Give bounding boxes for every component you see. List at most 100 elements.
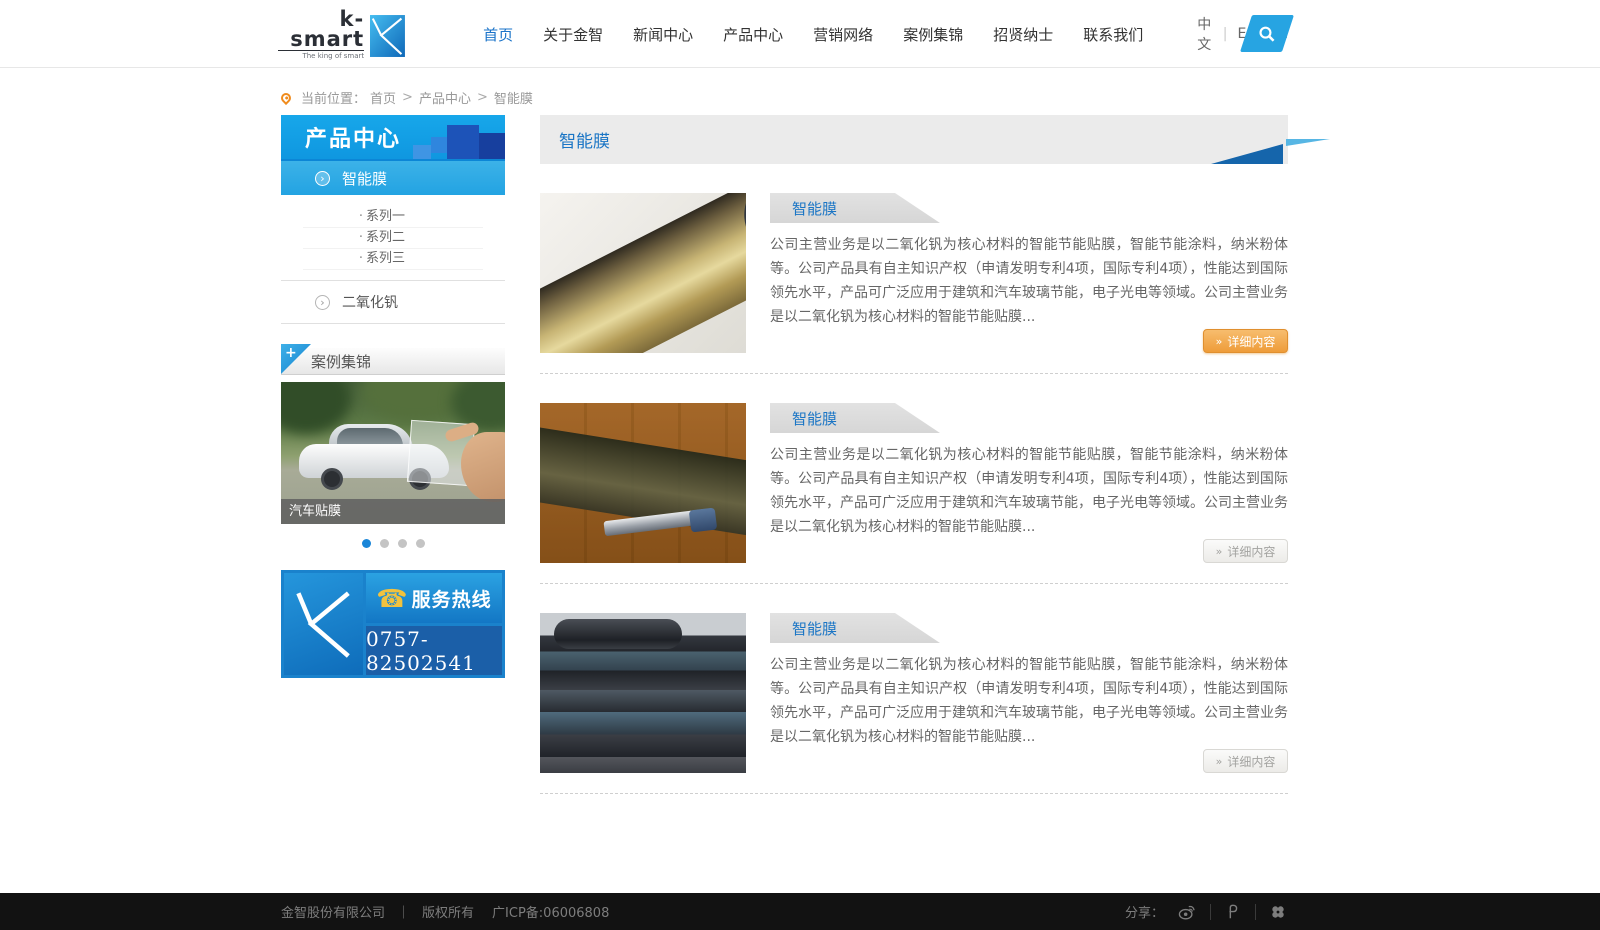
weibo-icon[interactable] (1178, 904, 1196, 920)
carousel-dot-1[interactable] (362, 539, 371, 548)
double-chevron-icon: » (1216, 335, 1223, 348)
main-nav: 首页 关于金智 新闻中心 产品中心 营销网络 案例集锦 招贤纳士 联系我们 (483, 18, 1173, 51)
hotline-number-cell: 0757-82502541 (366, 626, 502, 675)
hotline-title-cell: ☎ 服务热线 (366, 573, 502, 623)
share-divider (1255, 904, 1256, 920)
detail-button[interactable]: » 详细内容 (1203, 539, 1288, 563)
product-description: 公司主营业务是以二氧化钒为核心材料的智能节能贴膜，智能节能涂料，纳米粉体等。公司… (770, 233, 1288, 329)
pengyou-icon[interactable] (1225, 904, 1241, 920)
hotline-number: 0757-82502541 (366, 627, 502, 675)
divider (281, 323, 505, 324)
k-mark-icon (370, 12, 405, 60)
nav-item-contact[interactable]: 联系我们 (1083, 18, 1143, 51)
plus-icon: + (285, 345, 297, 361)
sidebar: 产品中心 › 智能膜 ·系列一 ·系列二 ·系列三 › 二氧化钒 (281, 115, 505, 794)
header: k-smart The king of smart 首页 关于金智 新闻中心 产… (0, 0, 1600, 68)
carousel-dots (281, 539, 505, 548)
product-image-gold-film[interactable] (540, 193, 746, 353)
telephone-icon: ☎ (376, 586, 407, 611)
clover-icon[interactable] (1270, 904, 1286, 920)
detail-button[interactable]: » 详细内容 (1203, 749, 1288, 773)
chevron-circle-icon: › (315, 295, 330, 310)
sidebar-title: 产品中心 (305, 121, 401, 153)
sidebar-sublist: ·系列一 ·系列二 ·系列三 (281, 195, 505, 280)
breadcrumb-separator: > (477, 90, 488, 105)
double-chevron-icon: » (1216, 545, 1223, 558)
detail-button[interactable]: » 详细内容 (1203, 329, 1288, 353)
product-title-tag[interactable]: 智能膜 (770, 193, 940, 223)
share-bar: 分享： (1125, 893, 1286, 930)
nav-item-products[interactable]: 产品中心 (723, 18, 783, 51)
logo-tagline: The king of smart (278, 50, 364, 60)
product-row: 智能膜 公司主营业务是以二氧化钒为核心材料的智能节能贴膜，智能节能涂料，纳米粉体… (540, 613, 1288, 773)
sidebar-item-vo2[interactable]: › 二氧化钒 (281, 281, 505, 323)
sidebar-subitem-series2[interactable]: ·系列二 (303, 228, 483, 249)
triangle-decor-navy (1211, 144, 1283, 164)
product-image-film-cutting[interactable] (540, 403, 746, 563)
carousel-dot-4[interactable] (416, 539, 425, 548)
breadcrumb-prefix: 当前位置： (301, 88, 366, 107)
nav-item-marketing[interactable]: 营销网络 (813, 18, 873, 51)
section-header: 智能膜 (540, 115, 1288, 164)
footer-rights: 版权所有 (422, 902, 474, 921)
hotline-logo-cell (284, 573, 363, 675)
breadcrumb: 当前位置： 首页 > 产品中心 > 智能膜 (281, 88, 1291, 107)
sidebar-item-smart-film[interactable]: › 智能膜 (281, 161, 505, 195)
cases-header: + 案例集锦 (281, 348, 505, 375)
logo[interactable]: k-smart The king of smart (278, 9, 405, 60)
sidebar-title-bar: 产品中心 (281, 115, 505, 161)
main-content: 智能膜 智能膜 公司主营业务是以二氧化钒为核心材料的智能节能贴膜，智能节能涂料，… (540, 115, 1288, 794)
nav-item-cases[interactable]: 案例集锦 (903, 18, 963, 51)
breadcrumb-products[interactable]: 产品中心 (419, 88, 471, 107)
breadcrumb-current[interactable]: 智能膜 (494, 88, 533, 107)
carousel-dot-2[interactable] (380, 539, 389, 548)
footer-icp: 广ICP备:06006808 (492, 902, 609, 921)
sidebar-subitem-series1[interactable]: ·系列一 (303, 207, 483, 228)
breadcrumb-home[interactable]: 首页 (370, 88, 396, 107)
carousel-dot-3[interactable] (398, 539, 407, 548)
case-caption: 汽车贴膜 (281, 499, 505, 524)
dashed-divider (540, 583, 1288, 584)
cases-title: 案例集锦 (311, 351, 371, 372)
nav-item-news[interactable]: 新闻中心 (633, 18, 693, 51)
nav-item-about[interactable]: 关于金智 (543, 18, 603, 51)
lang-zh[interactable]: 中文 (1197, 14, 1212, 54)
section-title: 智能膜 (559, 127, 610, 152)
hotline-title: 服务热线 (412, 585, 492, 612)
footer: 金智股份有限公司 ｜ 版权所有 广ICP备:06006808 分享： (0, 893, 1600, 930)
footer-company: 金智股份有限公司 (281, 902, 385, 921)
triangle-decor-light (1286, 139, 1330, 146)
double-chevron-icon: » (1216, 755, 1223, 768)
pixel-decor (413, 145, 431, 161)
breadcrumb-separator: > (402, 90, 413, 105)
lang-divider: | (1223, 26, 1228, 42)
product-description: 公司主营业务是以二氧化钒为核心材料的智能节能贴膜，智能节能涂料，纳米粉体等。公司… (770, 653, 1288, 749)
case-carousel-image[interactable]: 汽车贴膜 (281, 382, 505, 524)
magnifier-icon (1258, 25, 1276, 43)
product-description: 公司主营业务是以二氧化钒为核心材料的智能节能贴膜，智能节能涂料，纳米粉体等。公司… (770, 443, 1288, 539)
share-divider (1210, 904, 1211, 920)
page: k-smart The king of smart 首页 关于金智 新闻中心 产… (0, 0, 1600, 930)
pixel-decor (447, 125, 479, 161)
chevron-circle-icon: › (315, 171, 330, 186)
cases-box: + 案例集锦 汽车贴膜 (281, 348, 505, 548)
hand (461, 432, 505, 502)
pixel-decor (479, 133, 505, 161)
product-title-tag[interactable]: 智能膜 (770, 403, 940, 433)
dashed-divider (540, 373, 1288, 374)
location-pin-icon (279, 90, 293, 104)
pixel-decor (431, 137, 447, 153)
k-mark-icon (292, 580, 356, 668)
product-row: 智能膜 公司主营业务是以二氧化钒为核心材料的智能节能贴膜，智能节能涂料，纳米粉体… (540, 193, 1288, 353)
share-label: 分享： (1125, 902, 1164, 921)
product-title-tag[interactable]: 智能膜 (770, 613, 940, 643)
sidebar-subitem-series3[interactable]: ·系列三 (303, 249, 483, 270)
product-image-dark-rolls[interactable] (540, 613, 746, 773)
product-row: 智能膜 公司主营业务是以二氧化钒为核心材料的智能节能贴膜，智能节能涂料，纳米粉体… (540, 403, 1288, 563)
nav-item-home[interactable]: 首页 (483, 18, 513, 51)
dashed-divider (540, 793, 1288, 794)
footer-divider: ｜ (397, 902, 410, 921)
logo-text: k-smart (278, 9, 364, 49)
nav-item-recruit[interactable]: 招贤纳士 (993, 18, 1053, 51)
hotline-box: ☎ 服务热线 0757-82502541 (281, 570, 505, 678)
